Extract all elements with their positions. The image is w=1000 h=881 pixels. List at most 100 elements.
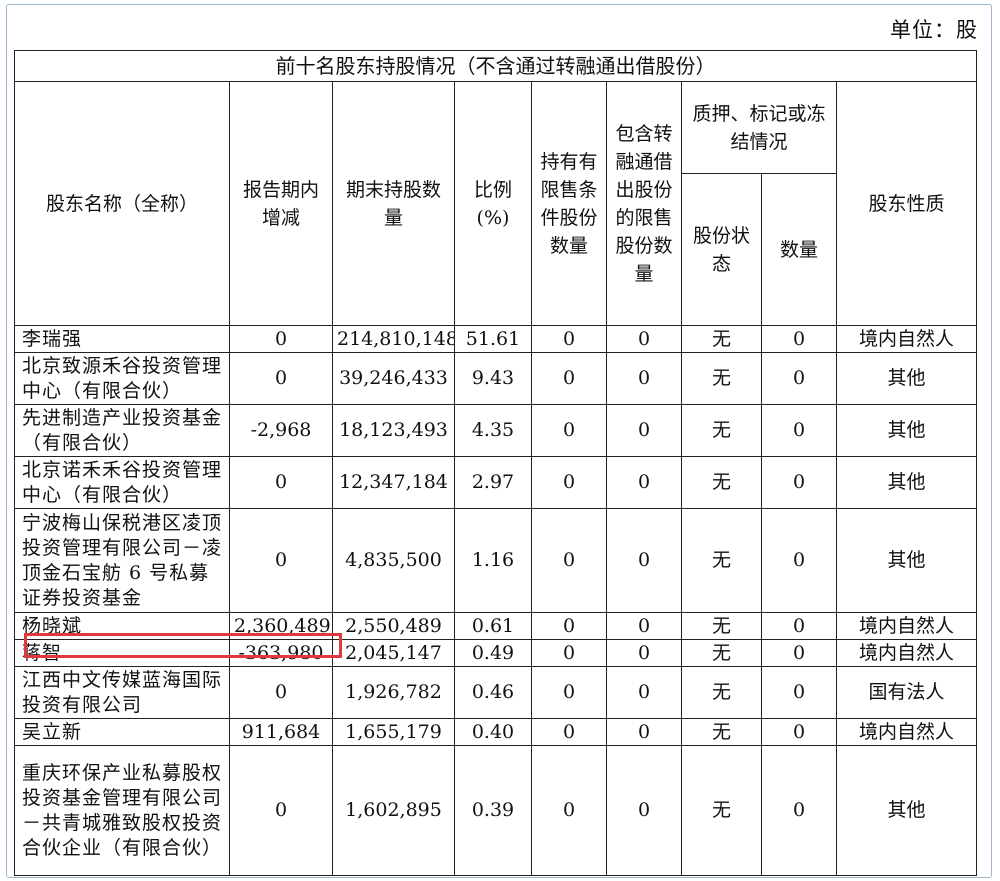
cell-qty: 0: [761, 325, 837, 353]
cell-restricted: 0: [531, 718, 607, 746]
cell-lent: 0: [606, 456, 682, 509]
cell-restricted: 0: [531, 404, 607, 457]
cell-name: 吴立新: [14, 718, 230, 746]
cell-qty: 0: [761, 404, 837, 457]
cell-change: 2,360,489: [229, 612, 333, 640]
cell-ratio: 0.49: [454, 639, 532, 667]
table-row: 北京诺禾禾谷投资管理中心（有限合伙） 0 12,347,184 2.97 0 0 无 0 其他: [14, 456, 978, 509]
cell-restricted: 0: [531, 352, 607, 405]
cell-change: 0: [229, 456, 333, 509]
cell-ratio: 2.97: [454, 456, 532, 509]
cell-status: 无: [681, 745, 762, 876]
cell-qty: 0: [761, 508, 837, 613]
table-title: 前十名股东持股情况（不含通过转融通出借股份）: [13, 50, 978, 82]
header-pledge-status: 股份状态: [681, 173, 762, 326]
cell-qty: 0: [761, 718, 837, 746]
header-ratio: 比例(%): [454, 81, 532, 326]
header-shares: 期末持股数量: [332, 81, 455, 326]
cell-nature: 境内自然人: [835, 325, 978, 353]
header-lent: 包含转融通借出股份的限售股份数量: [606, 81, 682, 326]
cell-name: 宁波梅山保税港区凌顶投资管理有限公司－凌顶金石宝舫 6 号私募证券投资基金: [14, 508, 230, 613]
cell-shares: 1,655,179: [332, 718, 455, 746]
cell-qty: 0: [761, 666, 837, 719]
cell-nature: 其他: [835, 404, 978, 457]
cell-change: 0: [229, 352, 333, 405]
cell-nature: 其他: [835, 352, 978, 405]
table-row: 吴立新 911,684 1,655,179 0.40 0 0 无 0 境内自然人: [14, 718, 978, 746]
cell-nature: 境内自然人: [835, 612, 978, 640]
cell-shares: 2,550,489: [332, 612, 455, 640]
cell-status: 无: [681, 508, 762, 613]
header-restricted: 持有有限售条件股份数量: [531, 81, 607, 326]
cell-shares: 18,123,493: [332, 404, 455, 457]
cell-restricted: 0: [531, 745, 607, 876]
cell-name: 先进制造产业投资基金（有限合伙）: [14, 404, 230, 457]
table-row: 杨晓斌 2,360,489 2,550,489 0.61 0 0 无 0 境内自然人: [14, 612, 978, 640]
cell-qty: 0: [761, 639, 837, 667]
cell-restricted: 0: [531, 666, 607, 719]
cell-ratio: 1.16: [454, 508, 532, 613]
cell-change: -2,968: [229, 404, 333, 457]
cell-status: 无: [681, 352, 762, 405]
cell-qty: 0: [761, 612, 837, 640]
cell-status: 无: [681, 666, 762, 719]
table-row: 蒋智 -363,980 2,045,147 0.49 0 0 无 0 境内自然人: [14, 639, 978, 667]
cell-status: 无: [681, 612, 762, 640]
header-nature: 股东性质: [835, 81, 978, 326]
cell-restricted: 0: [531, 639, 607, 667]
cell-restricted: 0: [531, 508, 607, 613]
cell-qty: 0: [761, 352, 837, 405]
cell-lent: 0: [606, 404, 682, 457]
table-row: 宁波梅山保税港区凌顶投资管理有限公司－凌顶金石宝舫 6 号私募证券投资基金 0 4,…: [14, 508, 978, 613]
cell-nature: 境内自然人: [835, 718, 978, 746]
table-row: 先进制造产业投资基金（有限合伙） -2,968 18,123,493 4.35 0 0 无 0…: [14, 404, 978, 457]
cell-ratio: 0.39: [454, 745, 532, 876]
cell-restricted: 0: [531, 612, 607, 640]
cell-qty: 0: [761, 456, 837, 509]
header-change: 报告期内增减: [229, 81, 333, 326]
header-pledge-group: 质押、标记或冻结情况: [681, 81, 837, 174]
cell-shares: 4,835,500: [332, 508, 455, 613]
cell-status: 无: [681, 639, 762, 667]
cell-name: 北京致源禾谷投资管理中心（有限合伙）: [14, 352, 230, 405]
cell-qty: 0: [761, 745, 837, 876]
cell-shares: 214,810,148: [332, 325, 455, 353]
cell-lent: 0: [606, 745, 682, 876]
cell-restricted: 0: [531, 456, 607, 509]
cell-shares: 1,926,782: [332, 666, 455, 719]
cell-change: 0: [229, 745, 333, 876]
cell-ratio: 9.43: [454, 352, 532, 405]
cell-name: 杨晓斌: [14, 612, 230, 640]
cell-change: 0: [229, 508, 333, 613]
cell-lent: 0: [606, 639, 682, 667]
header-name: 股东名称（全称）: [14, 81, 230, 326]
cell-status: 无: [681, 325, 762, 353]
cell-name: 蒋智: [14, 639, 230, 667]
cell-change: -363,980: [229, 639, 333, 667]
cell-ratio: 0.61: [454, 612, 532, 640]
table-row: 北京致源禾谷投资管理中心（有限合伙） 0 39,246,433 9.43 0 0 无 0 其他: [14, 352, 978, 405]
cell-status: 无: [681, 456, 762, 509]
cell-ratio: 51.61: [454, 325, 532, 353]
header-pledge-qty: 数量: [761, 173, 837, 326]
cell-ratio: 0.46: [454, 666, 532, 719]
cell-name: 李瑞强: [14, 325, 230, 353]
cell-ratio: 4.35: [454, 404, 532, 457]
cell-lent: 0: [606, 666, 682, 719]
cell-lent: 0: [606, 718, 682, 746]
cell-shares: 1,602,895: [332, 745, 455, 876]
cell-nature: 境内自然人: [835, 639, 978, 667]
table-row: 江西中文传媒蓝海国际投资有限公司 0 1,926,782 0.46 0 0 无 0 国有法人: [14, 666, 978, 719]
cell-shares: 12,347,184: [332, 456, 455, 509]
cell-name: 北京诺禾禾谷投资管理中心（有限合伙）: [14, 456, 230, 509]
cell-nature: 国有法人: [835, 666, 978, 719]
shareholder-table: 前十名股东持股情况（不含通过转融通出借股份） 股东名称（全称） 报告期内增减 期…: [13, 50, 978, 876]
cell-change: 0: [229, 325, 333, 353]
cell-lent: 0: [606, 612, 682, 640]
cell-change: 911,684: [229, 718, 333, 746]
unit-label: 单位：股: [890, 18, 978, 42]
cell-shares: 2,045,147: [332, 639, 455, 667]
cell-nature: 其他: [835, 456, 978, 509]
cell-name: 江西中文传媒蓝海国际投资有限公司: [14, 666, 230, 719]
cell-nature: 其他: [835, 508, 978, 613]
